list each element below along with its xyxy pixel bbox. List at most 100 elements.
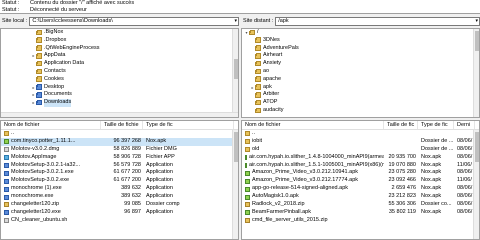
tree-item[interactable]: ▸ AppData xyxy=(1,52,238,60)
file-modified: 08/06/ xyxy=(457,153,473,160)
scroll-thumb[interactable] xyxy=(234,132,238,162)
file-size: 61 677 200 xyxy=(113,177,141,184)
tree-item[interactable]: Application Data xyxy=(1,60,238,68)
file-modified: 08/06/ xyxy=(457,185,473,192)
file-row[interactable]: changeletter120.exe 96 897 Application xyxy=(1,209,238,217)
tree-item-label: AppData xyxy=(44,52,66,59)
local-site-label: Site local : xyxy=(2,18,28,24)
file-row[interactable]: .. xyxy=(1,130,238,138)
tree-item[interactable]: ▸ Downloads xyxy=(1,99,238,107)
file-name: MolotovSetup-3.0.2.exe xyxy=(11,177,70,184)
tree-item[interactable]: Cookies xyxy=(1,76,238,84)
tree-item[interactable]: ▸ apk xyxy=(242,84,479,92)
column-header-size[interactable]: Taille de fichie xyxy=(101,121,143,129)
file-row[interactable]: Molotov.AppImage 58 906 728 Fichier APP xyxy=(1,154,238,162)
file-modified: 08/06/ xyxy=(457,137,473,144)
file-row[interactable]: Molotov-v3.0.2.dmg 58 826 889 Fichier DMG xyxy=(1,146,238,154)
folder-icon xyxy=(36,99,42,106)
file-row[interactable]: iobit Dossier de ... 08/06/ xyxy=(242,138,479,146)
local-path-input[interactable]: C:\Users\ccleessens\Downloads\ ▾ xyxy=(29,16,239,26)
file-type xyxy=(143,217,234,225)
column-header-name[interactable]: Nom de fichier xyxy=(242,121,384,129)
tree-item[interactable]: .BigNox xyxy=(1,29,238,37)
file-icon xyxy=(4,202,9,208)
file-row[interactable]: air.com.hypah.io.slither_1.5.1-1005001_m… xyxy=(242,162,479,170)
file-row[interactable]: air.com.hypah.io.slither_1.4.8-1004000_m… xyxy=(242,154,479,162)
file-name: cmd_file_server_utils_2015.zip xyxy=(252,216,328,223)
file-name: air.com.hypah.io.slither_1.5.1-1005001_m… xyxy=(249,161,384,168)
tree-item[interactable]: .QtWebEngineProcess xyxy=(1,45,238,53)
file-row[interactable]: Amazon_Prime_Video_v3.0.212.17774.apk 23 … xyxy=(242,177,479,185)
tree-item[interactable]: Arbiter xyxy=(242,91,479,99)
column-header-name[interactable]: Nom de fichier xyxy=(1,121,101,129)
file-row[interactable]: MolotovSetup-3.0.2.1.exe 61 677 200 Applic… xyxy=(1,169,238,177)
tree-item[interactable]: ATOP xyxy=(242,99,479,107)
tree-item[interactable]: Airheart xyxy=(242,52,479,60)
tree-item[interactable]: Contacts xyxy=(1,68,238,76)
scroll-thumb[interactable] xyxy=(475,132,479,162)
tree-item[interactable]: ao xyxy=(242,68,479,76)
tree-item[interactable]: ▸ Desktop xyxy=(1,84,238,92)
tree-item[interactable]: ▾ / xyxy=(242,29,479,37)
vertical-scrollbar[interactable] xyxy=(232,29,238,117)
remote-path-input[interactable]: /apk ▾ xyxy=(275,16,480,26)
local-directory-tree[interactable]: .BigNox .Dropbox .QtWebEngineProcess ▸ AppDa… xyxy=(0,28,239,118)
tree-item-label: Desktop xyxy=(44,83,65,90)
file-type: Nox.apk xyxy=(421,193,442,200)
column-header-type[interactable]: Type de fic xyxy=(418,121,454,129)
file-row[interactable]: MolotovSetup-3.0.2.1-ia32... 56 579 728 Ap… xyxy=(1,162,238,170)
parent-folder-icon xyxy=(4,131,9,137)
file-size xyxy=(101,130,143,138)
file-name-cell: MolotovSetup-3.0.2.1.exe xyxy=(1,169,101,177)
tree-item[interactable]: ▸ Documents xyxy=(1,91,238,99)
remote-directory-tree[interactable]: ▾/3DNes AdventurePals Airheart Anxiety ao apa… xyxy=(241,28,480,118)
file-row[interactable]: Radlock_v2_2018.zip 55 306 306 Dossier co.… xyxy=(242,201,479,209)
file-name-cell: Amazon_Prime_Video_v3.0.212.10941.apk xyxy=(242,169,384,177)
file-size: 2 659 476 xyxy=(391,185,416,192)
scroll-thumb[interactable] xyxy=(234,59,238,79)
folder-icon xyxy=(36,45,42,51)
vertical-scrollbar[interactable] xyxy=(473,29,479,117)
file-icon xyxy=(245,202,250,208)
local-file-list[interactable]: Nom de fichier Taille de fichie Type de … xyxy=(0,120,239,240)
chevron-down-icon[interactable]: ▾ xyxy=(234,18,237,25)
tree-item[interactable]: 3DNes xyxy=(242,37,479,45)
file-type: Application xyxy=(146,169,173,176)
file-row[interactable]: MolotovSetup-3.0.2.exe 61 677 200 Applicat… xyxy=(1,177,238,185)
file-size xyxy=(384,217,418,225)
file-icon xyxy=(245,178,250,184)
file-name: MolotovSetup-3.0.2.1.exe xyxy=(11,169,74,176)
file-name-cell: air.com.hypah.io.slither_1.4.8-1004000_m… xyxy=(242,154,384,162)
remote-file-list[interactable]: Nom de fichier Taille de fic Type de fic… xyxy=(241,120,480,240)
file-row[interactable]: changeletter120.zip 99 085 Dossier comp xyxy=(1,201,238,209)
file-row[interactable]: monochrome.exe 389 632 Application xyxy=(1,193,238,201)
file-row[interactable]: monochrome (1).exe 389 632 Application xyxy=(1,185,238,193)
tree-item-label: Anxiety xyxy=(263,60,282,67)
tree-item[interactable]: audacity xyxy=(242,107,479,115)
vertical-scrollbar[interactable] xyxy=(232,130,238,239)
chevron-down-icon[interactable]: ▾ xyxy=(475,18,478,25)
file-row[interactable]: AutoMagisk1.0.apk 23 212 823 Nox.apk 08/06/ xyxy=(242,193,479,201)
file-row[interactable]: com.tinyco.potter_1.11.1... 96 397 268 Nox… xyxy=(1,137,238,146)
tree-item[interactable]: AdventurePals xyxy=(242,45,479,53)
scroll-thumb[interactable] xyxy=(475,31,479,51)
file-type: Nox.apk xyxy=(146,137,167,144)
tree-item[interactable]: .Dropbox xyxy=(1,37,238,45)
column-header-modified[interactable]: Derni xyxy=(454,121,475,129)
column-header-type[interactable]: Type de fic xyxy=(143,121,234,129)
tree-item[interactable]: apache xyxy=(242,76,479,84)
file-row[interactable]: BeamFarmerPinball.apk 35 802 119 Nox.apk 08… xyxy=(242,209,479,217)
vertical-scrollbar[interactable] xyxy=(473,130,479,239)
column-header-size[interactable]: Taille de fic xyxy=(384,121,418,129)
file-row[interactable]: app-go-release-514-signed-aligned.apk 2 6… xyxy=(242,185,479,193)
horizontal-scrollbar[interactable] xyxy=(1,112,238,117)
file-row[interactable]: old Dossier de ... 08/06/ xyxy=(242,146,479,154)
file-row[interactable]: .. xyxy=(242,130,479,138)
file-name-cell: AutoMagisk1.0.apk xyxy=(242,193,384,201)
file-row[interactable]: CN_cleaner_ubuntu.sh xyxy=(1,217,238,225)
file-name: MolotovSetup-3.0.2.1-ia32... xyxy=(11,161,81,168)
log-row: Statut : Contenu du dossier "/" affiché … xyxy=(0,0,480,7)
file-row[interactable]: cmd_file_server_utils_2015.zip xyxy=(242,217,479,225)
tree-item[interactable]: Anxiety xyxy=(242,60,479,68)
file-row[interactable]: Amazon_Prime_Video_v3.0.212.10941.apk 23 … xyxy=(242,169,479,177)
